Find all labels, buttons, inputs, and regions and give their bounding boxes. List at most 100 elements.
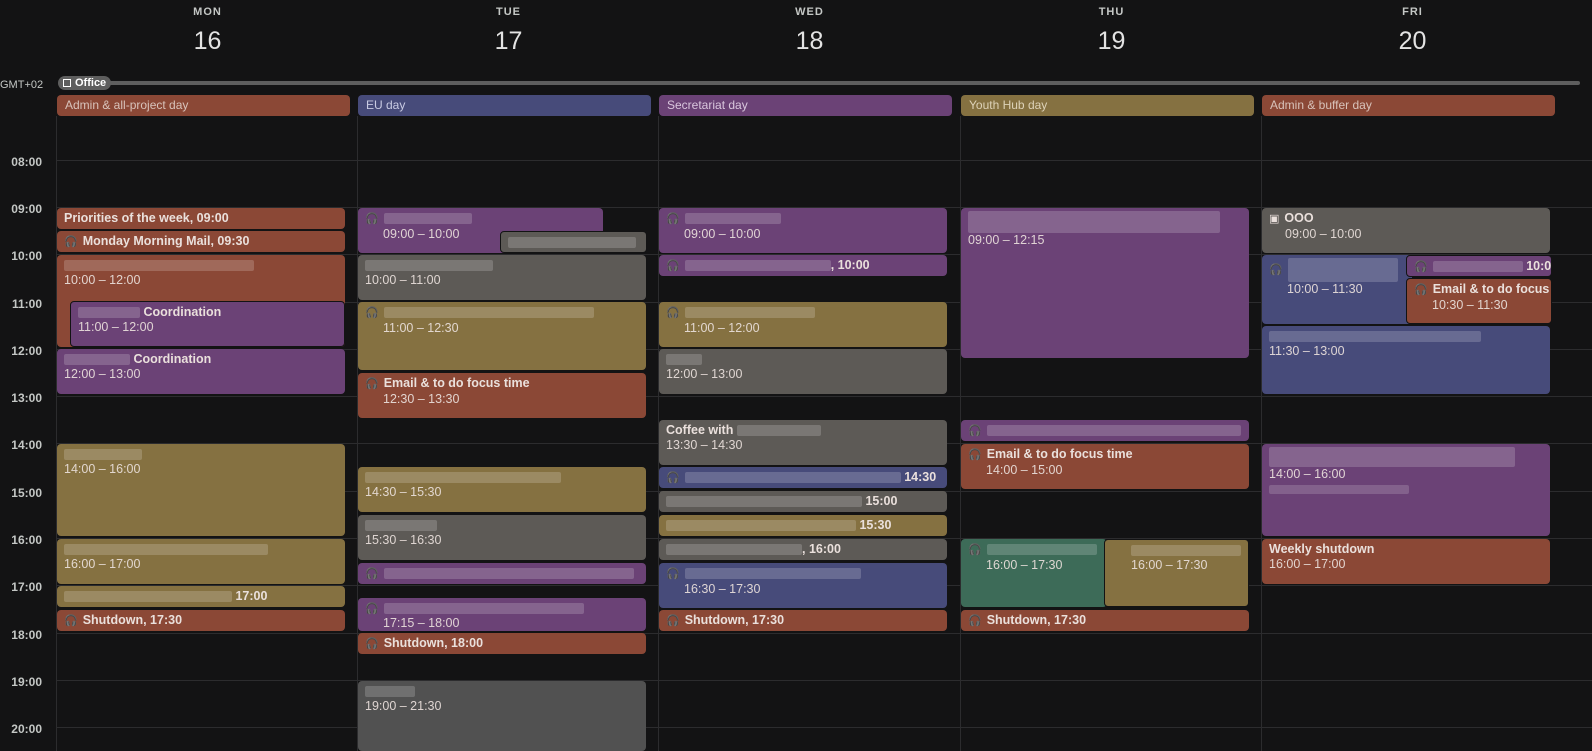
event-wed-1530[interactable]: 15:30: [659, 515, 947, 536]
event-time: 16:00 – 17:00: [64, 557, 141, 571]
event-tue-1530[interactable]: 15:30 – 16:30: [358, 515, 646, 560]
event-thu-1330[interactable]: 🎧: [961, 420, 1249, 441]
headphones-icon: 🎧: [968, 425, 982, 437]
event-wed-1600[interactable]: , 16:00: [659, 539, 947, 560]
time-label: 13:00: [11, 391, 42, 405]
event-tue-1100[interactable]: 🎧 11:00 – 12:30: [358, 302, 646, 370]
event-fri-1000[interactable]: 🎧 10:00 – 11:30: [1262, 255, 1412, 324]
day-number[interactable]: 20: [1262, 27, 1563, 56]
redacted-title: [666, 496, 862, 508]
all-day-event-wed[interactable]: Secretariat day: [659, 95, 952, 116]
event-shutdown-thu[interactable]: 🎧 Shutdown, 17:30: [961, 610, 1249, 631]
time-label: 19:00: [11, 675, 42, 689]
event-fri-weekly-shutdown[interactable]: Weekly shutdown 16:00 – 17:00: [1262, 539, 1550, 584]
redacted-title: [64, 449, 142, 461]
headphones-icon: 🎧: [1414, 261, 1428, 273]
event-time: 11:30 – 13:00: [1269, 344, 1345, 358]
event-coordination-2[interactable]: Coordination 12:00 – 13:00: [57, 349, 345, 394]
redacted-title: [1432, 261, 1523, 273]
event-tue-1715[interactable]: 🎧 17:15 – 18:00: [358, 598, 646, 631]
all-day-event-fri[interactable]: Admin & buffer day: [1262, 95, 1555, 116]
event-priorities[interactable]: Priorities of the week, 09:00: [57, 208, 345, 229]
day-name: MON: [193, 6, 222, 18]
office-label: Office: [75, 77, 107, 89]
event-wed-1100[interactable]: 🎧 11:00 – 12:00: [659, 302, 947, 347]
event-time: 16:30 – 17:30: [684, 582, 761, 596]
event-thu-email[interactable]: 🎧 Email & to do focus time 14:00 – 15:00: [961, 444, 1249, 489]
headphones-icon: 🎧: [968, 544, 982, 556]
day-number[interactable]: 17: [358, 27, 659, 56]
time-label: 16:00: [11, 533, 42, 547]
event-mon-1700[interactable]: 17:00: [57, 586, 345, 607]
redacted-title: [684, 213, 781, 225]
redacted-title: [383, 213, 472, 225]
redacted-title: [365, 472, 561, 484]
headphones-icon: 🎧: [666, 472, 680, 484]
event-coordination-1[interactable]: Coordination 11:00 – 12:00: [70, 301, 345, 347]
event-monday-mail[interactable]: 🎧 Monday Morning Mail, 09:30: [57, 231, 345, 252]
time-label: 15:00: [11, 486, 42, 500]
event-wed-0900[interactable]: 🎧 09:00 – 10:00: [659, 208, 947, 253]
working-location-bar[interactable]: [60, 81, 1580, 85]
day-header-tue[interactable]: TUE 17: [358, 0, 659, 56]
headphones-icon: 🎧: [365, 307, 379, 319]
headphones-icon: 🎧: [666, 307, 680, 319]
redacted-location: [1269, 485, 1409, 495]
event-time: 10:30 – 11:30: [1432, 298, 1508, 312]
event-wed-1200[interactable]: 12:00 – 13:00: [659, 349, 947, 394]
event-shutdown-tue[interactable]: 🎧 Shutdown, 18:00: [358, 633, 646, 654]
all-day-event-mon[interactable]: Admin & all-project day: [57, 95, 350, 116]
event-fri-1000-b[interactable]: 🎧 10:00: [1406, 255, 1552, 277]
event-mon-1600[interactable]: 16:00 – 17:00: [57, 539, 345, 584]
day-number[interactable]: 18: [659, 27, 960, 56]
event-shutdown-mon[interactable]: 🎧 Shutdown, 17:30: [57, 610, 345, 631]
hour-line: [57, 160, 1592, 161]
event-tue-1630[interactable]: 🎧: [358, 563, 646, 584]
headphones-icon: 🎧: [64, 615, 78, 627]
day-number[interactable]: 19: [961, 27, 1262, 56]
day-number[interactable]: 16: [57, 27, 358, 56]
hour-line: [57, 680, 1592, 681]
event-tue-0930[interactable]: [500, 231, 647, 253]
redacted-title: [666, 520, 856, 532]
office-chip[interactable]: Office: [58, 76, 112, 90]
event-wed-1500[interactable]: 15:00: [659, 491, 947, 512]
event-thu-1600-a[interactable]: 🎧 16:00 – 17:30: [961, 539, 1107, 607]
event-wed-1630[interactable]: 🎧 16:30 – 17:30: [659, 563, 947, 608]
event-wed-1000[interactable]: 🎧, 10:00: [659, 255, 947, 276]
day-header-mon[interactable]: MON 16: [57, 0, 358, 56]
event-title: Coordination: [133, 352, 212, 366]
time-label: 14:00: [11, 438, 42, 452]
event-fri-1400[interactable]: 14:00 – 16:00: [1262, 444, 1550, 536]
all-day-event-tue[interactable]: EU day: [358, 95, 651, 116]
day-name: THU: [1098, 6, 1125, 18]
event-thu-0900[interactable]: 09:00 – 12:15: [961, 208, 1249, 358]
event-time: 16:00 – 17:00: [1269, 557, 1346, 571]
event-thu-1600-b[interactable]: 16:00 – 17:30: [1104, 539, 1249, 607]
day-header-thu[interactable]: THU 19: [961, 0, 1262, 56]
event-mon-1400[interactable]: 14:00 – 16:00: [57, 444, 345, 536]
event-fri-1130[interactable]: 11:30 – 13:00: [1262, 326, 1550, 394]
event-title: Shutdown, 17:30: [986, 613, 1087, 627]
event-tue-1900[interactable]: 19:00 – 21:30: [358, 681, 646, 751]
time-label: 09:00: [11, 202, 42, 216]
event-fri-email[interactable]: 🎧 Email & to do focus ti 10:30 – 11:30: [1406, 278, 1552, 324]
redacted-title: [736, 425, 821, 437]
event-shutdown-wed[interactable]: 🎧 Shutdown, 17:30: [659, 610, 947, 631]
redacted-title: [64, 544, 268, 556]
event-wed-1430[interactable]: 🎧 14:30: [659, 467, 947, 488]
event-time: 11:00 – 12:00: [684, 321, 760, 335]
redacted-title: [968, 211, 1220, 233]
event-time: 10:00 – 12:00: [64, 273, 141, 287]
day-header-wed[interactable]: WED 18: [659, 0, 960, 56]
event-wed-coffee[interactable]: Coffee with 13:30 – 14:30: [659, 420, 947, 465]
all-day-event-thu[interactable]: Youth Hub day: [961, 95, 1254, 116]
event-title: Priorities of the week, 09:00: [64, 211, 229, 225]
day-header-fri[interactable]: FRI 20: [1262, 0, 1563, 56]
event-tue-1000[interactable]: 10:00 – 11:00: [358, 255, 646, 300]
redacted-title: [365, 520, 437, 532]
event-fri-ooo[interactable]: ▣ OOO 09:00 – 10:00: [1262, 208, 1550, 253]
event-tue-1430[interactable]: 14:30 – 15:30: [358, 467, 646, 512]
redacted-title: [64, 591, 232, 603]
event-tue-email[interactable]: 🎧 Email & to do focus time 12:30 – 13:30: [358, 373, 646, 418]
